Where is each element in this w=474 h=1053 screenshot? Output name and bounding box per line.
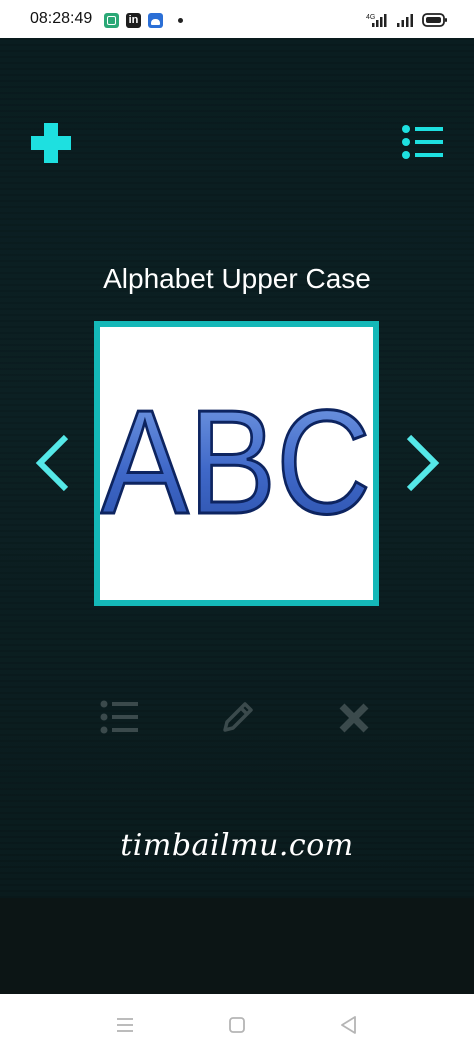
close-icon bbox=[339, 703, 369, 733]
system-navigation-bar bbox=[0, 994, 474, 1053]
battery-icon bbox=[422, 13, 447, 27]
plus-icon bbox=[31, 123, 71, 163]
back-icon bbox=[341, 1016, 356, 1034]
action-bar bbox=[0, 698, 474, 738]
signal-icon-2 bbox=[397, 14, 413, 27]
list-icon bbox=[100, 700, 138, 734]
abc-image: ABC bbox=[100, 379, 373, 547]
network-type-label: 4G bbox=[366, 14, 375, 21]
linkedin-icon: in bbox=[126, 13, 141, 28]
chevron-right-icon bbox=[406, 434, 440, 492]
bottom-banner-area bbox=[0, 898, 474, 994]
alphabet-image-card[interactable]: ABC bbox=[94, 321, 379, 606]
notification-icons: in bbox=[104, 13, 183, 28]
home-icon bbox=[229, 1017, 245, 1033]
signal-icon: 4G bbox=[366, 14, 387, 27]
recent-apps-button[interactable] bbox=[114, 1014, 136, 1036]
watermark-text: timbailmu.com bbox=[120, 828, 354, 863]
chevron-left-icon bbox=[35, 434, 69, 492]
back-button[interactable] bbox=[338, 1014, 360, 1036]
android-app-icon bbox=[148, 13, 163, 28]
menu-button[interactable] bbox=[401, 123, 445, 163]
delete-button[interactable] bbox=[334, 698, 374, 738]
status-time: 08:28:49 bbox=[30, 10, 93, 27]
menu-icon bbox=[117, 1018, 133, 1032]
edit-button[interactable] bbox=[217, 698, 257, 738]
previous-button[interactable] bbox=[32, 433, 72, 493]
next-button[interactable] bbox=[403, 433, 443, 493]
gallery-app-icon bbox=[104, 13, 119, 28]
app-main-area: Alphabet Upper Case ABC timbailmu.com bbox=[0, 38, 474, 898]
status-bar: 08:28:49 in 4G bbox=[0, 0, 474, 38]
abc-image-text: ABC bbox=[101, 380, 371, 545]
list-button[interactable] bbox=[100, 698, 140, 738]
list-icon bbox=[402, 125, 443, 159]
pencil-icon bbox=[223, 702, 253, 732]
more-notifications-dot bbox=[178, 18, 183, 23]
system-icons: 4G bbox=[366, 12, 448, 28]
page-title: Alphabet Upper Case bbox=[103, 263, 371, 294]
add-button[interactable] bbox=[29, 121, 73, 165]
home-button[interactable] bbox=[226, 1014, 248, 1036]
